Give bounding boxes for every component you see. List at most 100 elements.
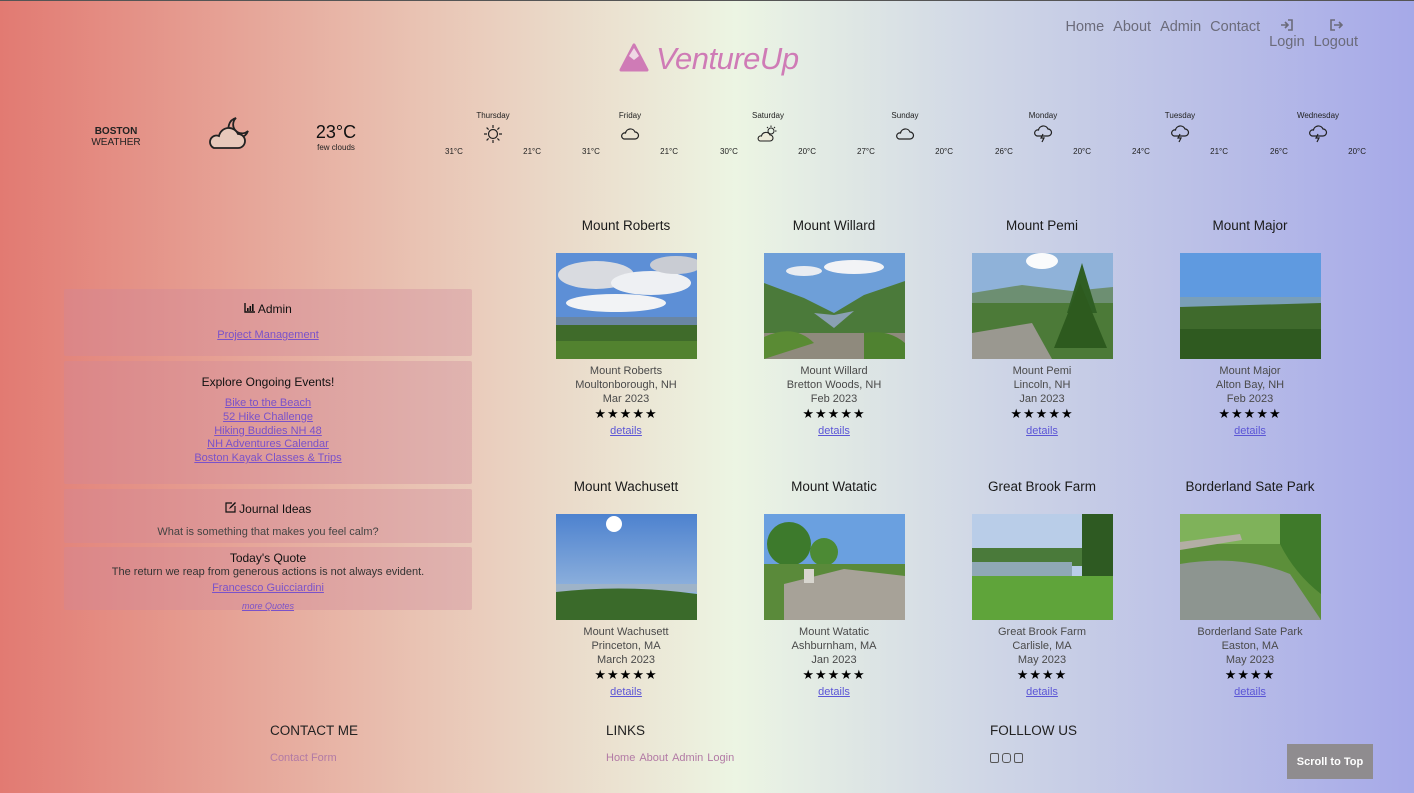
hike-title: Mount Wachusett — [573, 479, 679, 494]
hike-date: May 2023 — [1225, 653, 1275, 666]
weather-desc: few clouds — [317, 143, 355, 152]
hike-location: Alton Bay, NH — [1215, 378, 1285, 391]
forecast-high: 30°C — [720, 147, 738, 156]
nav-logout[interactable]: Logout — [1314, 19, 1358, 50]
forecast-low: 20°C — [935, 147, 953, 156]
scroll-to-top-button[interactable]: Scroll to Top — [1287, 744, 1373, 779]
facebook-icon[interactable] — [990, 753, 999, 763]
instagram-icon[interactable] — [1002, 753, 1011, 763]
hike-photo[interactable] — [555, 514, 697, 620]
quote-panel-title: Today's Quote — [229, 551, 307, 565]
hike-photo[interactable] — [1179, 253, 1321, 359]
forecast-low: 20°C — [798, 147, 816, 156]
forecast-low: 21°C — [523, 147, 541, 156]
footer-link-about[interactable]: About — [639, 752, 668, 764]
hike-name: Mount Pemi — [1012, 365, 1072, 377]
hike-photo[interactable] — [971, 514, 1113, 620]
hike-date: Feb 2023 — [810, 392, 858, 405]
event-link[interactable]: Hiking Buddies NH 48 — [64, 425, 472, 439]
details-link[interactable]: details — [818, 686, 850, 698]
hike-title: Mount Pemi — [1005, 218, 1079, 233]
weather-city: BOSTON — [94, 126, 138, 137]
nav-contact[interactable]: Contact — [1210, 19, 1260, 50]
nav-home[interactable]: Home — [1065, 19, 1104, 50]
forecast-day-name: Saturday — [751, 111, 785, 120]
details-link[interactable]: details — [1234, 425, 1266, 437]
forecast-low: 20°C — [1073, 147, 1091, 156]
forecast-high: 31°C — [445, 147, 463, 156]
hike-location: Carlisle, MA — [1012, 639, 1072, 652]
quote-author-link[interactable]: Francesco Guicciardini — [212, 582, 324, 594]
hike-name: Mount Willard — [800, 365, 868, 377]
more-quotes-link[interactable]: more Quotes — [242, 601, 294, 611]
hike-photo[interactable] — [763, 514, 905, 620]
star-rating: ★★★★ — [1224, 667, 1276, 683]
forecast-low: 21°C — [660, 147, 678, 156]
brand-name: VentureUp — [656, 41, 799, 76]
hike-photo[interactable] — [1179, 514, 1321, 620]
star-rating: ★★★★★ — [594, 406, 658, 422]
event-link[interactable]: 52 Hike Challenge — [64, 411, 472, 425]
hike-photo[interactable] — [763, 253, 905, 359]
details-link[interactable]: details — [610, 686, 642, 698]
twitter-icon[interactable] — [1014, 753, 1023, 763]
hike-location: Easton, MA — [1221, 639, 1279, 652]
hike-card: Mount Watatic Mount Watatic Ashburnham, … — [730, 479, 938, 700]
forecast-high: 27°C — [857, 147, 875, 156]
footer-link-admin[interactable]: Admin — [672, 752, 703, 764]
moon-cloud-icon — [206, 114, 252, 157]
site-logo[interactable]: VentureUp — [618, 41, 799, 77]
hike-date: Feb 2023 — [1226, 392, 1274, 405]
hike-title: Mount Roberts — [581, 218, 671, 233]
forecast-day-name: Thursday — [476, 111, 510, 120]
nav-login[interactable]: Login — [1269, 19, 1305, 50]
hike-location: Princeton, MA — [591, 639, 661, 652]
forecast-day: Monday 26°C 20°C — [995, 111, 1091, 156]
weather-current: 23°C few clouds — [308, 122, 364, 152]
footer-links-heading: LINKS — [606, 723, 646, 738]
details-link[interactable]: details — [1234, 686, 1266, 698]
journal-panel: Journal Ideas What is something that mak… — [64, 489, 472, 543]
forecast-day-name: Sunday — [891, 111, 919, 120]
nav-admin[interactable]: Admin — [1160, 19, 1201, 50]
events-panel-title: Explore Ongoing Events! — [201, 375, 335, 389]
hike-title: Mount Willard — [792, 218, 876, 233]
social-icons — [990, 753, 1023, 763]
footer-follow-heading: FOLLLOW US — [990, 723, 1078, 738]
forecast-day: Thursday 31°C 21°C — [445, 111, 541, 156]
details-link[interactable]: details — [610, 425, 642, 437]
hike-name: Mount Roberts — [589, 365, 663, 377]
weather-temp: 23°C — [315, 122, 357, 142]
hike-title: Mount Major — [1212, 218, 1288, 233]
footer-link-login[interactable]: Login — [707, 752, 734, 764]
hike-title: Great Brook Farm — [987, 479, 1097, 494]
contact-form-link[interactable]: Contact Form — [270, 752, 337, 764]
star-rating: ★★★★★ — [1218, 406, 1282, 422]
forecast-low: 20°C — [1348, 147, 1366, 156]
hike-card: Borderland Sate Park Borderland Sate Par… — [1146, 479, 1354, 700]
event-link[interactable]: NH Adventures Calendar — [64, 438, 472, 452]
details-link[interactable]: details — [1026, 425, 1058, 437]
hike-name: Mount Watatic — [799, 626, 869, 638]
star-rating: ★★★★★ — [594, 667, 658, 683]
project-management-link[interactable]: Project Management — [217, 329, 319, 341]
forecast-day: Wednesday 26°C 20°C — [1270, 111, 1366, 156]
cloud-icon — [857, 123, 953, 145]
forecast-day-name: Friday — [618, 111, 642, 120]
event-link[interactable]: Boston Kayak Classes & Trips — [64, 452, 472, 466]
forecast-high: 26°C — [1270, 147, 1288, 156]
details-link[interactable]: details — [1026, 686, 1058, 698]
hike-location: Bretton Woods, NH — [786, 378, 882, 391]
hike-date: Mar 2023 — [602, 392, 650, 405]
hike-photo[interactable] — [971, 253, 1113, 359]
event-link[interactable]: Bike to the Beach — [64, 397, 472, 411]
hike-photo[interactable] — [555, 253, 697, 359]
nav-about[interactable]: About — [1113, 19, 1151, 50]
footer-link-home[interactable]: Home — [606, 752, 635, 764]
details-link[interactable]: details — [818, 425, 850, 437]
star-rating: ★★★★★ — [802, 667, 866, 683]
hike-location: Ashburnham, MA — [791, 639, 877, 652]
quote-panel: Today's Quote The return we reap from ge… — [64, 547, 472, 611]
forecast-low: 21°C — [1210, 147, 1228, 156]
star-rating: ★★★★★ — [802, 406, 866, 422]
